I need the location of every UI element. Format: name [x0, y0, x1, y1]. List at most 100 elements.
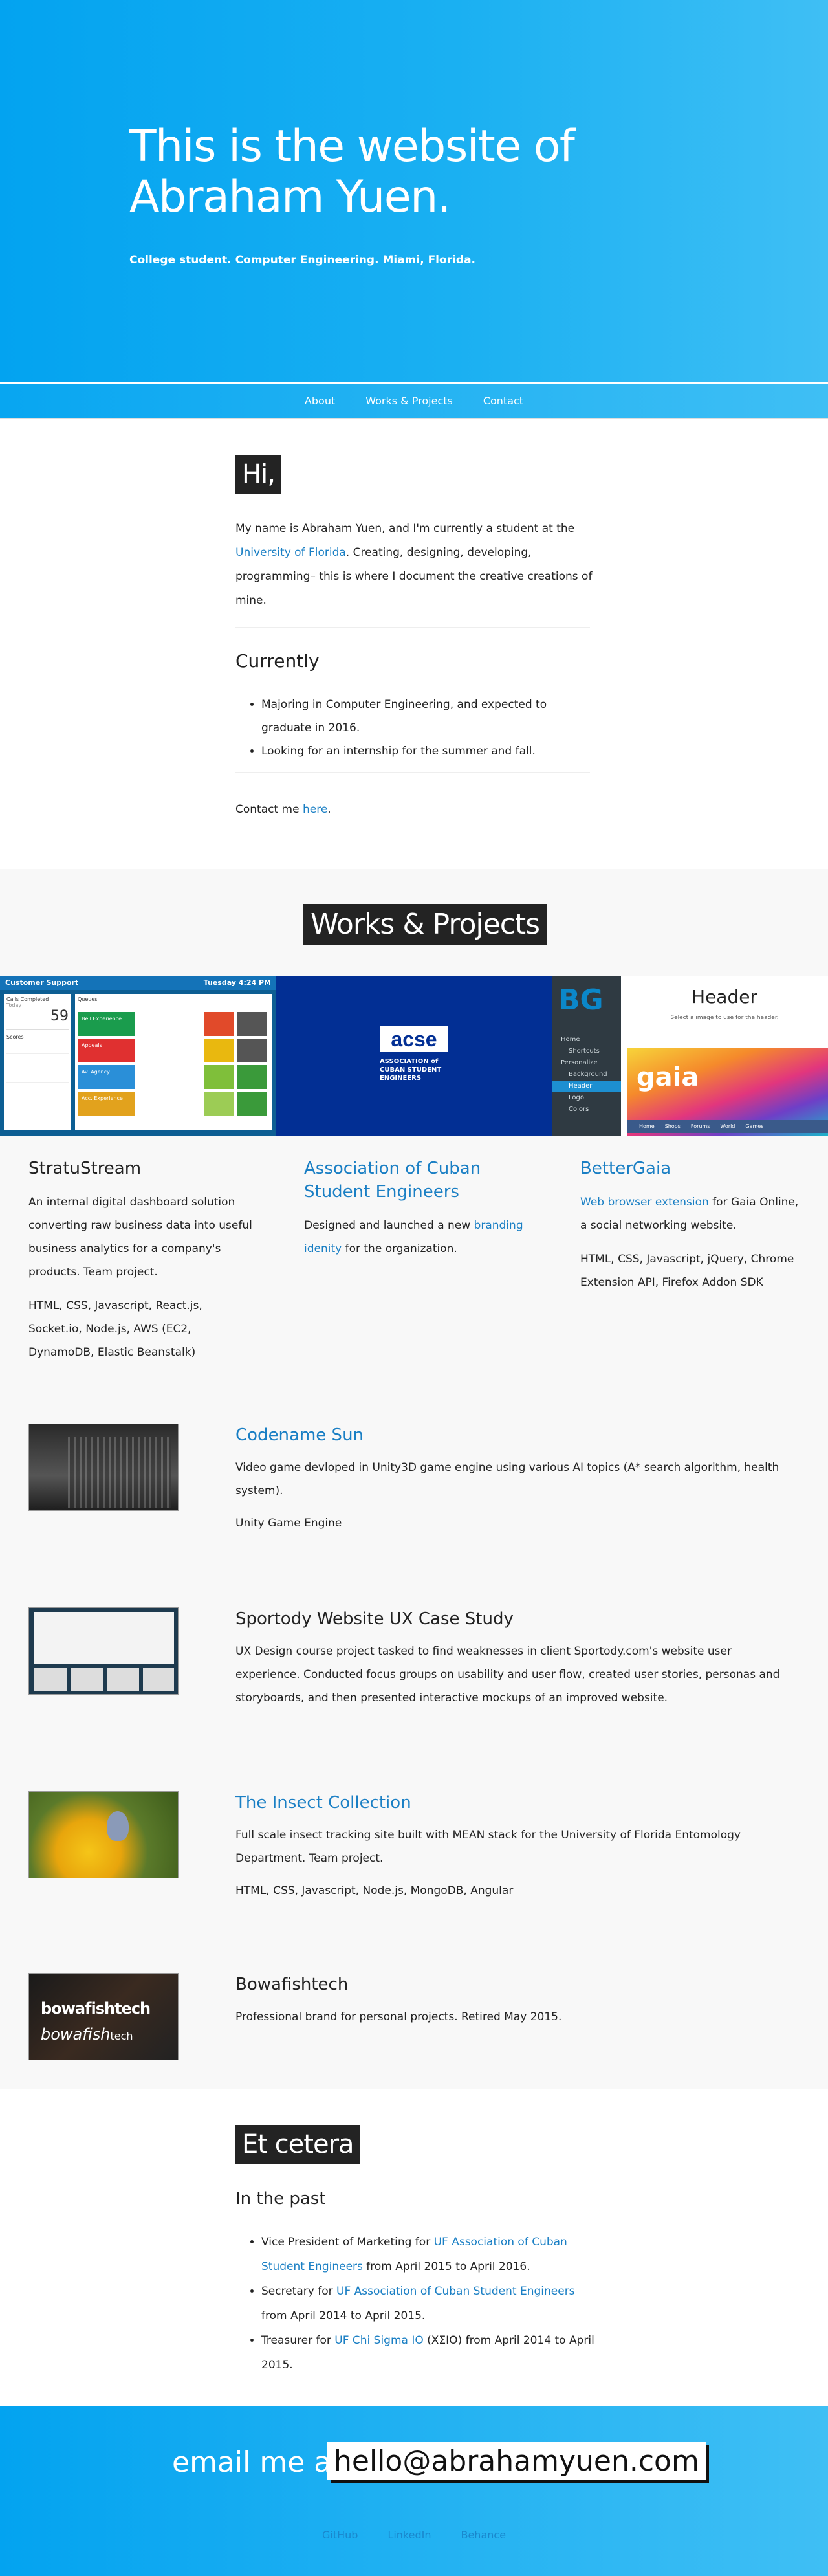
about-text: My name is Abraham Yuen, and I'm current…: [235, 522, 575, 535]
queue-row: Acc. Experience: [78, 1092, 135, 1116]
email-label: email me at: [172, 2446, 343, 2479]
item-text-end: from April 2015 to April 2016.: [362, 2260, 530, 2273]
logo-script-a: bowafish: [41, 2025, 111, 2043]
gaia-sidebar: BG Home Shortcuts Personalize Background…: [552, 976, 621, 1136]
project-title: StratuStream: [28, 1159, 142, 1178]
currently-list: Majoring in Computer Engineering, and ex…: [261, 693, 598, 763]
gaia-menu-item: Logo: [569, 1094, 584, 1101]
scores-label: Scores: [6, 1029, 69, 1040]
codename-sun-thumbnail[interactable]: [28, 1424, 179, 1511]
sportody-thumbnail[interactable]: [28, 1607, 179, 1695]
storyboard-strip: [34, 1668, 174, 1691]
university-link[interactable]: University of Florida: [235, 546, 346, 559]
etcetera-section: Et cetera In the past Vice President of …: [0, 2089, 828, 2406]
project-title-link[interactable]: Codename Sun: [235, 1424, 792, 1447]
project-info: Codename Sun Video game devloped in Unit…: [235, 1424, 792, 1535]
gaia-menu-item: Shortcuts: [569, 1048, 600, 1055]
dashboard-time: Tuesday 4:24 PM: [203, 978, 271, 987]
storyboard-image: [34, 1612, 174, 1664]
about-paragraph: My name is Abraham Yuen, and I'm current…: [235, 517, 598, 613]
gaia-brand: gaia: [637, 1062, 699, 1092]
project-tiles: Customer Support Tuesday 4:24 PM Calls C…: [0, 976, 828, 1136]
project-description: Professional brand for personal projects…: [235, 2010, 562, 2023]
gaia-tab: Home: [639, 1123, 655, 1129]
stat-cell: [204, 1039, 234, 1062]
gaia-tab: Shops: [664, 1123, 681, 1129]
project-title-link[interactable]: BetterGaia: [580, 1157, 800, 1180]
acse-card: Association of Cuban Student Engineers D…: [304, 1157, 530, 1260]
project-info: Bowafishtech Professional brand for pers…: [235, 1973, 792, 2029]
gaia-header-sub: Select a image to use for the header.: [670, 1015, 779, 1021]
gaia-menu-item: Personalize: [561, 1059, 598, 1066]
hero-subtitle: College student. Computer Engineering. M…: [129, 254, 476, 267]
stratustream-thumbnail[interactable]: Customer Support Tuesday 4:24 PM Calls C…: [0, 976, 276, 1136]
extension-link[interactable]: Web browser extension: [580, 1196, 709, 1209]
queue-row: Appeals: [78, 1039, 135, 1062]
item-text: Treasurer for: [261, 2334, 335, 2347]
hero-title: This is the website of Abraham Yuen.: [129, 121, 575, 223]
gaia-menu-item: Home: [561, 1036, 580, 1043]
list-item: Secretary for UF Association of Cuban St…: [261, 2279, 598, 2328]
nav-contact[interactable]: Contact: [483, 395, 523, 407]
gaia-menu-item: Header: [552, 1081, 621, 1092]
etcetera-label: Et cetera: [235, 2125, 360, 2164]
item-text-end: from April 2014 to April 2015.: [261, 2309, 426, 2322]
queues-label: Queues: [78, 996, 98, 1002]
nav-works-projects[interactable]: Works & Projects: [365, 395, 453, 407]
insect-thumbnail[interactable]: [28, 1791, 179, 1878]
stat-cell: [204, 1092, 234, 1116]
stat-cell: [237, 1065, 267, 1089]
linkedin-link[interactable]: LinkedIn: [387, 2529, 431, 2541]
main-nav: About Works & Projects Contact: [0, 384, 828, 419]
project-tech: HTML, CSS, Javascript, jQuery, Chrome Ex…: [580, 1253, 794, 1289]
acse-thumbnail[interactable]: acse ASSOCIATION of CUBAN STUDENT ENGINE…: [276, 976, 552, 1136]
social-links: GitHub LinkedIn Behance: [0, 2529, 828, 2541]
project-title: Sportody Website UX Case Study: [235, 1609, 514, 1629]
score-row: [6, 1077, 69, 1083]
bowafishtech-thumbnail[interactable]: bowafishtech bowafishtech: [28, 1973, 179, 2060]
calls-value: 59: [50, 1008, 69, 1024]
contact-here-link[interactable]: here: [303, 803, 327, 816]
project-tech: HTML, CSS, Javascript, Node.js, MongoDB,…: [235, 1884, 514, 1897]
project-title-link[interactable]: Association of Cuban Student Engineers: [304, 1157, 530, 1204]
calls-label: Calls Completed: [6, 996, 49, 1002]
score-row: [6, 1063, 69, 1068]
dashboard-header: Customer Support Tuesday 4:24 PM: [0, 976, 276, 990]
nav-about[interactable]: About: [305, 395, 335, 407]
email-link[interactable]: hello@abrahamyuen.com: [327, 2442, 706, 2480]
hero: This is the website of Abraham Yuen. Col…: [0, 0, 828, 384]
dashboard-sidebar: Calls Completed Today 59 Scores: [4, 994, 71, 1130]
acse-logo-text: ASSOCIATION of CUBAN STUDENT ENGINEERS: [380, 1058, 442, 1082]
calls-sub: Today: [6, 1002, 22, 1008]
item-text: Vice President of Marketing for: [261, 2236, 434, 2249]
gaia-menu-item: Background: [569, 1071, 607, 1078]
hero-divider: [0, 382, 828, 384]
github-link[interactable]: GitHub: [322, 2529, 358, 2541]
item-text: Secretary for: [261, 2285, 336, 2298]
bettergaia-thumbnail[interactable]: BG Home Shortcuts Personalize Background…: [552, 976, 828, 1136]
org-link[interactable]: UF Chi Sigma IO: [334, 2334, 423, 2347]
stat-cell: [237, 1012, 267, 1036]
list-item: Treasurer for UF Chi Sigma IO (ΧΣΙΟ) fro…: [261, 2328, 598, 2377]
behance-link[interactable]: Behance: [461, 2529, 506, 2541]
project-description: Web browser extension for Gaia Online, a…: [580, 1191, 800, 1237]
project-title-link[interactable]: The Insect Collection: [235, 1791, 792, 1814]
acse-logo: acse: [380, 1026, 448, 1052]
gaia-menu-item: Colors: [569, 1106, 589, 1113]
queue-row: Bell Experience: [78, 1012, 135, 1036]
divider: [235, 627, 590, 628]
project-title: Bowafishtech: [235, 1975, 349, 1994]
gaia-tab: World: [720, 1123, 735, 1129]
stat-cell: [204, 1065, 234, 1089]
stratustream-card: StratuStream An internal digital dashboa…: [28, 1157, 255, 1364]
project-description: Designed and launched a new branding ide…: [304, 1214, 530, 1260]
works-label: Works & Projects: [303, 904, 548, 945]
stat-cell: [204, 1012, 234, 1036]
dashboard-queues: Queues Bell Experience Appeals Av. Agenc…: [75, 994, 272, 1130]
project-tech: HTML, CSS, Javascript, React.js, Socket.…: [28, 1299, 202, 1359]
gaia-menu: Home Shortcuts Personalize Background He…: [552, 1034, 621, 1116]
list-item: Looking for an internship for the summer…: [261, 740, 598, 763]
project-description: An internal digital dashboard solution c…: [28, 1196, 252, 1279]
logo-script-b: tech: [110, 2030, 133, 2042]
org-link[interactable]: UF Association of Cuban Student Engineer…: [336, 2285, 575, 2298]
